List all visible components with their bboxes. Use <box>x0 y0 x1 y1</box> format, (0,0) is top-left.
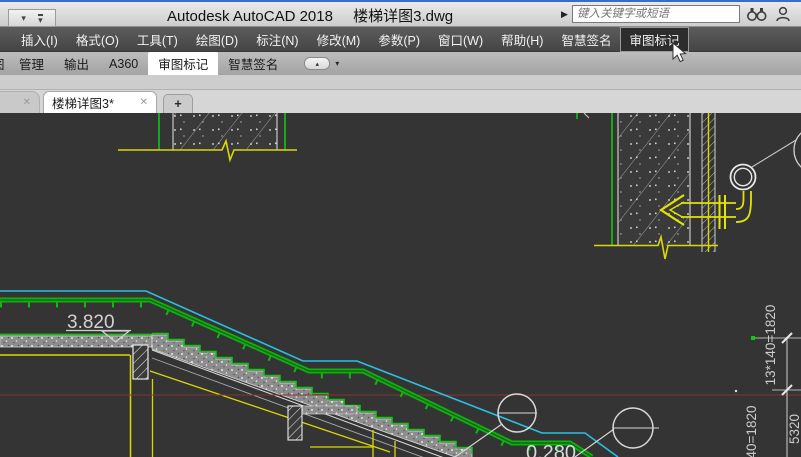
dim-text-total: 5320 <box>787 414 801 444</box>
ribbon-collapsed-strip <box>0 75 801 90</box>
menu-insert[interactable]: 插入(I) <box>12 27 67 52</box>
file-tab-partial[interactable]: ✕ <box>0 91 40 113</box>
ribbon-collapse-caret-icon[interactable]: ▾ <box>335 59 339 68</box>
menu-tools[interactable]: 工具(T) <box>128 27 187 52</box>
elevation-lower-text: 0.280 <box>526 442 576 457</box>
menu-parametric[interactable]: 参数(P) <box>369 27 429 52</box>
quick-access-toolbar[interactable]: ▾ ▾ <box>8 9 56 27</box>
hatched-column-a <box>133 345 148 379</box>
menu-smart-signature[interactable]: 智慧签名 <box>552 27 620 52</box>
ribbon-tab-smart-signature[interactable]: 智慧签名 <box>218 52 288 75</box>
dim-text-flight: 13*140=1820 <box>763 305 778 386</box>
qat-dropdown-icon[interactable]: ▾ <box>21 13 26 24</box>
plus-icon: + <box>174 97 181 111</box>
file-tab-bar: ✕ 楼梯详图3* ✕ + <box>0 90 801 113</box>
file-tab-active[interactable]: 楼梯详图3* ✕ <box>43 91 157 113</box>
menu-draw[interactable]: 绘图(D) <box>187 27 247 52</box>
file-tab-label: 楼梯详图3* <box>52 93 114 112</box>
menu-modify[interactable]: 修改(M) <box>308 27 370 52</box>
ribbon-tab-partial[interactable]: 图 <box>0 52 9 75</box>
dim-text-flight-lower: 40=1820 <box>744 406 759 457</box>
drawing-canvas[interactable]: 13*140=1820 40=1820 5320 3.820 0.280 <box>0 113 801 457</box>
qat-overflow-icon[interactable]: ▾ <box>38 14 43 23</box>
search-binoculars-icon[interactable] <box>746 7 768 22</box>
beam-soffit-band <box>302 406 357 414</box>
menu-dimension[interactable]: 标注(N) <box>247 27 307 52</box>
landing-slab <box>0 336 152 347</box>
menu-window[interactable]: 窗口(W) <box>429 27 492 52</box>
mouse-cursor-icon <box>672 42 688 64</box>
app-title: Autodesk AutoCAD 2018 <box>167 8 333 25</box>
title-bar: ▾ ▾ Autodesk AutoCAD 2018 楼梯详图3.dwg ▶ <box>0 0 801 27</box>
menu-help[interactable]: 帮助(H) <box>492 27 552 52</box>
hatched-column-b <box>288 406 302 440</box>
close-icon[interactable]: ✕ <box>23 97 31 108</box>
menu-format[interactable]: 格式(O) <box>67 27 128 52</box>
autocad-window: ▾ ▾ Autodesk AutoCAD 2018 楼梯详图3.dwg ▶ 插入… <box>0 0 801 457</box>
ribbon-tab-output[interactable]: 输出 <box>54 52 99 75</box>
new-drawing-tab-button[interactable]: + <box>163 94 193 113</box>
help-search-input[interactable] <box>572 5 740 23</box>
window-title: Autodesk AutoCAD 2018 楼梯详图3.dwg <box>167 5 453 26</box>
ribbon-tab-a360[interactable]: A360 <box>99 52 148 75</box>
elevation-upper-text: 3.820 <box>67 312 115 333</box>
ribbon-tab-review-markup[interactable]: 审图标记 <box>148 52 218 75</box>
ribbon-tab-manage[interactable]: 管理 <box>9 52 54 75</box>
infocenter-expand-icon[interactable]: ▶ <box>561 9 568 20</box>
signin-user-icon[interactable] <box>776 6 790 22</box>
window-top-accent <box>0 0 801 2</box>
document-title: 楼梯详图3.dwg <box>353 8 453 25</box>
close-icon[interactable]: ✕ <box>140 97 148 108</box>
ribbon-collapse-button[interactable]: ▴ <box>304 57 330 70</box>
